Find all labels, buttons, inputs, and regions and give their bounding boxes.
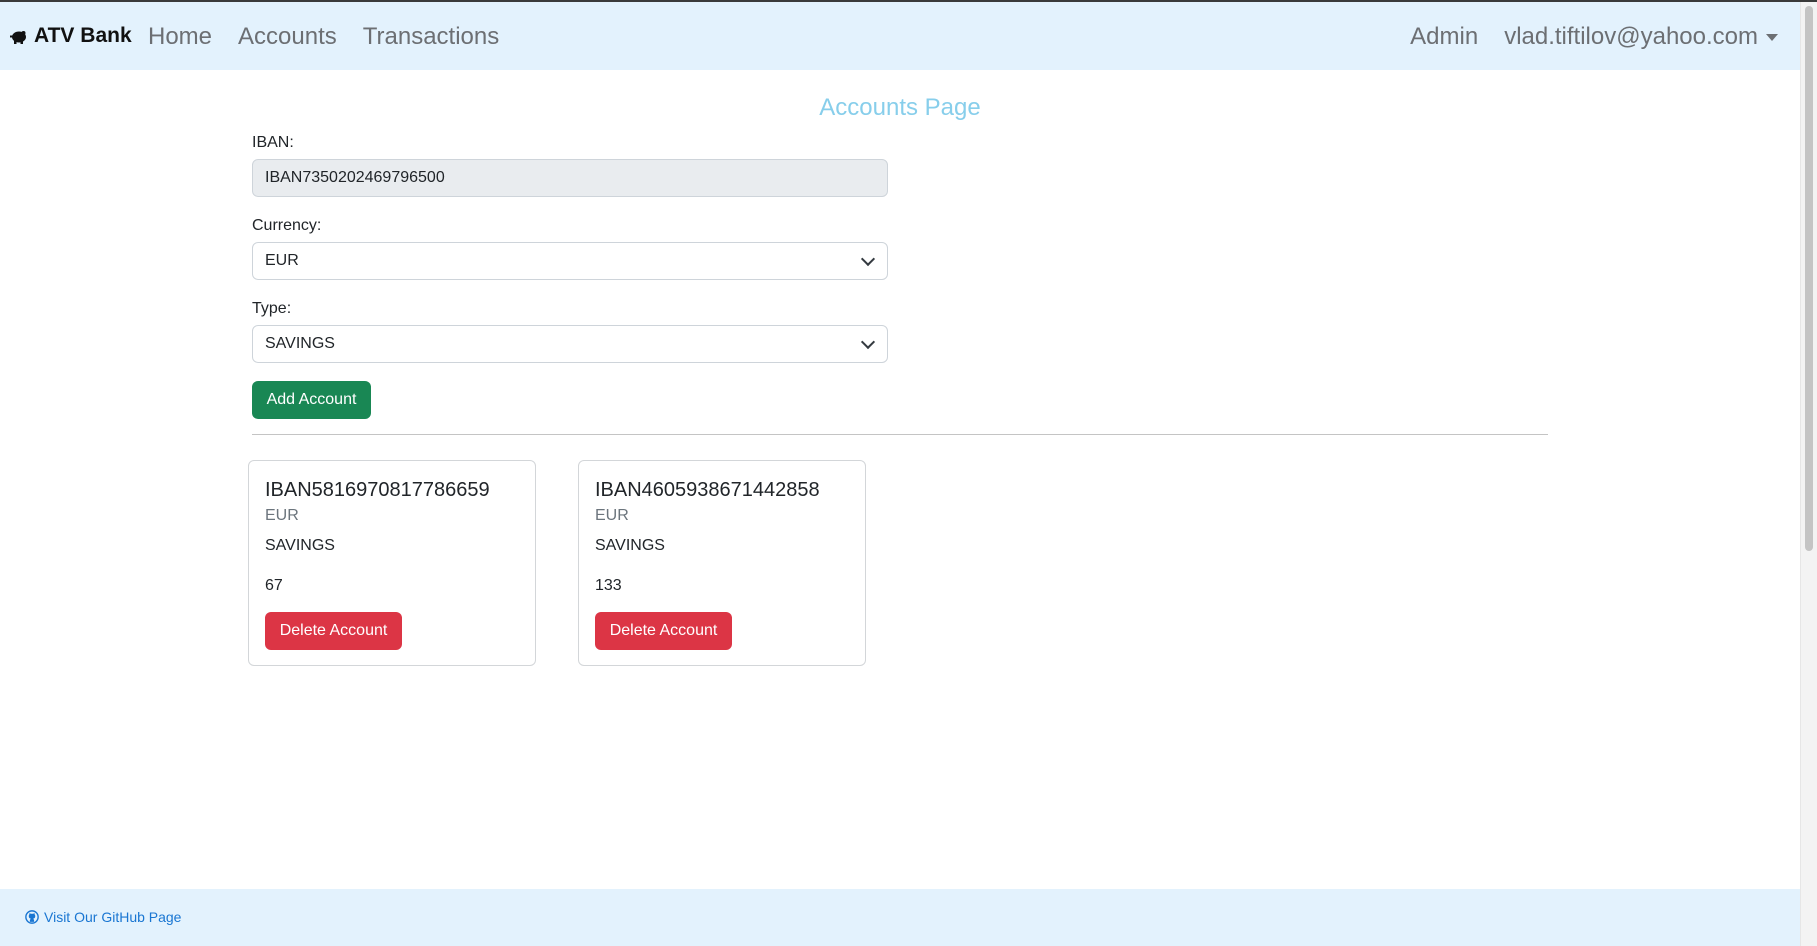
page-title: Accounts Page <box>819 94 981 121</box>
account-type: SAVINGS <box>265 537 335 554</box>
add-account-button[interactable]: Add Account <box>252 381 371 419</box>
account-iban: IBAN5816970817786659 <box>265 479 490 501</box>
currency-select-value: EUR <box>265 252 299 269</box>
github-link-label: Visit Our GitHub Page <box>44 909 182 925</box>
nav-link-transactions[interactable]: Transactions <box>363 23 500 51</box>
user-email: vlad.tiftilov@yahoo.com <box>1504 23 1758 50</box>
vertical-scrollbar[interactable] <box>1800 2 1817 946</box>
type-select[interactable]: SAVINGS <box>252 325 888 363</box>
brand-name: ATV Bank <box>34 24 132 47</box>
nav-link-home[interactable]: Home <box>148 23 212 51</box>
nav-link-accounts[interactable]: Accounts <box>238 23 337 51</box>
section-divider <box>252 434 1548 435</box>
chevron-down-icon <box>860 251 876 267</box>
nav-right: Admin vlad.tiftilov@yahoo.com <box>1410 23 1778 51</box>
iban-field-group: IBAN: IBAN7350202469796500 <box>252 134 888 197</box>
account-currency: EUR <box>265 507 299 524</box>
chevron-down-icon <box>860 334 876 350</box>
account-balance: 133 <box>595 577 622 594</box>
iban-input-value: IBAN7350202469796500 <box>265 169 445 186</box>
brand[interactable]: ATV Bank <box>9 24 132 48</box>
currency-select[interactable]: EUR <box>252 242 888 280</box>
account-card: IBAN5816970817786659 EUR SAVINGS 67 Dele… <box>248 460 536 666</box>
scrollbar-thumb[interactable] <box>1805 6 1813 551</box>
delete-account-button[interactable]: Delete Account <box>265 612 402 650</box>
account-iban: IBAN4605938671442858 <box>595 479 820 501</box>
iban-input[interactable]: IBAN7350202469796500 <box>252 159 888 197</box>
github-link[interactable]: Visit Our GitHub Page <box>25 909 181 925</box>
footer: Visit Our GitHub Page <box>0 889 1800 946</box>
add-account-form: IBAN: IBAN7350202469796500 Currency: EUR… <box>252 134 888 383</box>
nav-link-admin[interactable]: Admin <box>1410 23 1478 51</box>
account-currency: EUR <box>595 507 629 524</box>
github-icon <box>25 910 39 924</box>
type-select-value: SAVINGS <box>265 335 335 352</box>
type-label: Type: <box>252 300 292 317</box>
currency-field-group: Currency: EUR <box>252 217 888 280</box>
currency-label: Currency: <box>252 217 322 234</box>
nav-links: Home Accounts Transactions <box>148 23 499 51</box>
caret-down-icon <box>1766 34 1778 42</box>
iban-label: IBAN: <box>252 134 294 151</box>
delete-account-button[interactable]: Delete Account <box>595 612 732 650</box>
type-field-group: Type: SAVINGS <box>252 300 888 363</box>
piggy-bank-icon <box>10 31 26 44</box>
account-balance: 67 <box>265 577 283 594</box>
account-type: SAVINGS <box>595 537 665 554</box>
user-menu-dropdown[interactable]: vlad.tiftilov@yahoo.com <box>1504 23 1778 51</box>
account-card: IBAN4605938671442858 EUR SAVINGS 133 Del… <box>578 460 866 666</box>
navbar: ATV Bank Home Accounts Transactions Admi… <box>0 2 1800 70</box>
